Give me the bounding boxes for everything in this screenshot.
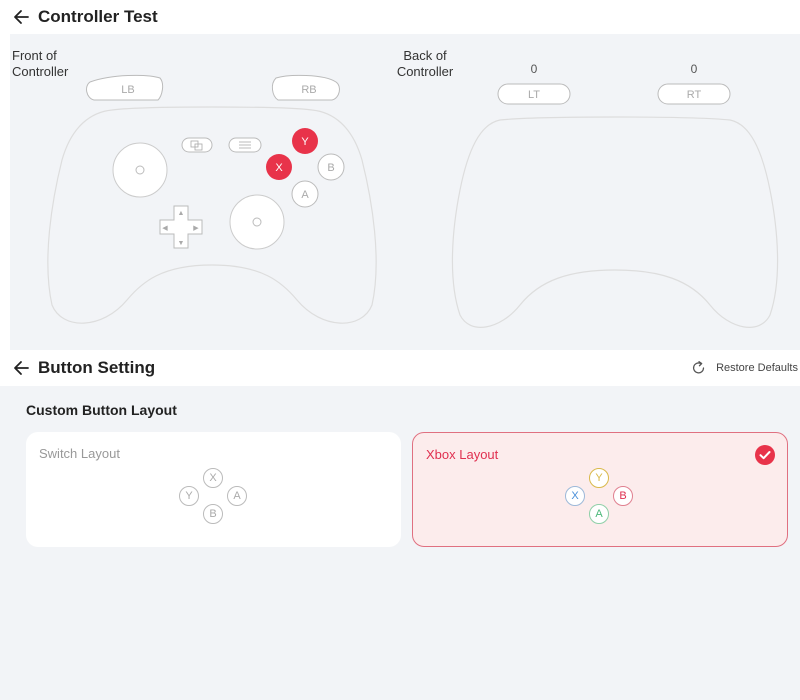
dpad[interactable]: ▲ ▼ ◀ ▶ [159,205,203,249]
y-label: Y [301,136,309,148]
svg-text:▶: ▶ [193,225,199,232]
y-button[interactable]: Y [292,128,318,154]
xbox-a-button: A [589,504,609,524]
xbox-y-button: Y [589,468,609,488]
lb-label: LB [121,84,134,96]
xbox-b-button: B [613,486,633,506]
lb-button[interactable]: LB [86,74,164,101]
page-title: Controller Test [38,7,158,26]
rt-value: 0 [690,62,698,76]
right-stick[interactable] [229,194,285,250]
rt-label: RT [687,89,702,101]
svg-text:◀: ◀ [162,225,168,232]
b-label: B [327,162,334,174]
lt-value: 0 [530,62,538,76]
switch-top-button: X [203,468,223,488]
back-arrow-icon[interactable] [12,7,32,27]
menu-button[interactable] [228,137,262,153]
back-of-controller-label: Back of Controller [396,48,454,79]
rb-button[interactable]: RB [271,74,340,101]
button-setting-panel: Button Setting Restore Defaults Custom B… [0,350,800,700]
controller-test-header: Controller Test [10,0,800,34]
back-arrow-icon[interactable] [12,358,32,378]
button-setting-header: Button Setting Restore Defaults [0,350,800,386]
controller-test-panel: Controller Test Front of Controller Back… [0,0,800,350]
x-label: X [275,162,283,174]
lt-label: LT [528,89,540,101]
b-button[interactable]: B [317,153,345,181]
switch-right-button: A [227,486,247,506]
custom-button-layout-title: Custom Button Layout [26,402,177,418]
xbox-layout-card[interactable]: Xbox Layout Y X B A [412,432,788,547]
a-button[interactable]: A [291,180,319,208]
check-icon [755,445,775,465]
left-stick[interactable] [112,142,168,198]
page-title: Button Setting [38,358,156,377]
switch-bottom-button: B [203,504,223,524]
switch-left-button: Y [179,486,199,506]
restore-icon [693,361,705,374]
a-label: A [301,189,309,201]
rt-button[interactable]: RT [657,83,731,105]
switch-layout-label: Switch Layout [39,446,120,461]
switch-layout-card[interactable]: Switch Layout X Y A B [26,432,401,547]
back-controller-diagram: LT RT [451,83,779,328]
front-controller-diagram: LB RB ▲ ▼ ◀ ▶ Y X B A [47,74,377,324]
view-button[interactable] [181,137,213,153]
rb-label: RB [301,84,316,96]
svg-text:▼: ▼ [178,240,185,247]
lt-button[interactable]: LT [497,83,571,105]
x-button[interactable]: X [266,154,292,180]
xbox-x-button: X [565,486,585,506]
xbox-layout-label: Xbox Layout [426,447,499,462]
restore-defaults-button[interactable]: Restore Defaults [690,354,798,382]
restore-defaults-label: Restore Defaults [716,362,798,374]
svg-text:▲: ▲ [178,210,185,217]
